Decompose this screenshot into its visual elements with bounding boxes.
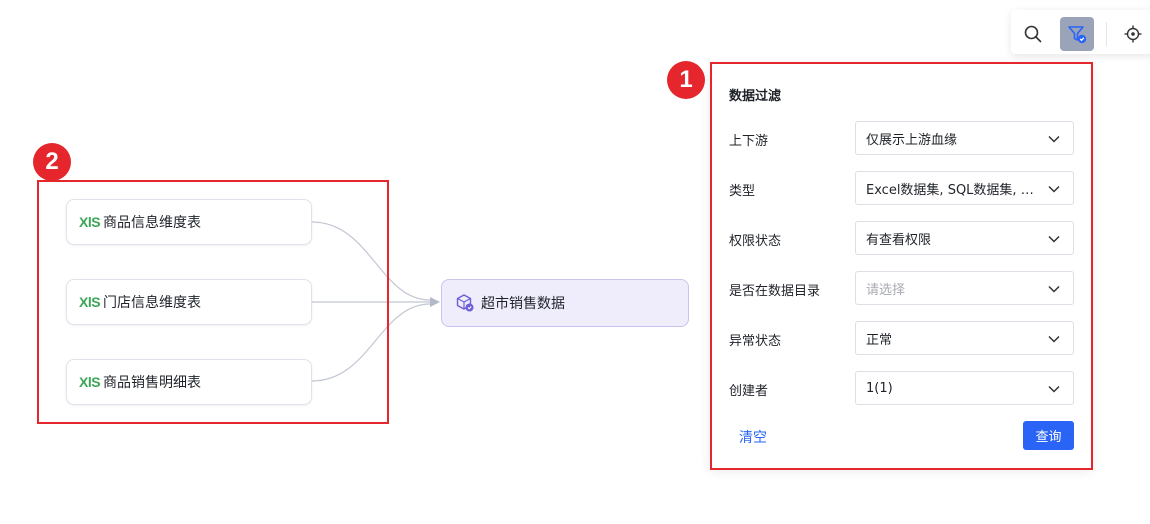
lineage-page: XlS 商品信息维度表 XlS 门店信息维度表 XlS 商品销售明细表 超市销售… [0,0,1150,524]
callout-badge-2: 2 [33,143,71,181]
callout-box-1 [710,62,1093,470]
target-node-label: 超市销售数据 [481,296,565,312]
callout-badge-1: 1 [667,61,705,99]
dataset-icon [455,293,477,313]
target-node[interactable]: 超市销售数据 [441,279,689,327]
edge-arrow [430,297,440,307]
callout-box-2 [37,180,389,424]
